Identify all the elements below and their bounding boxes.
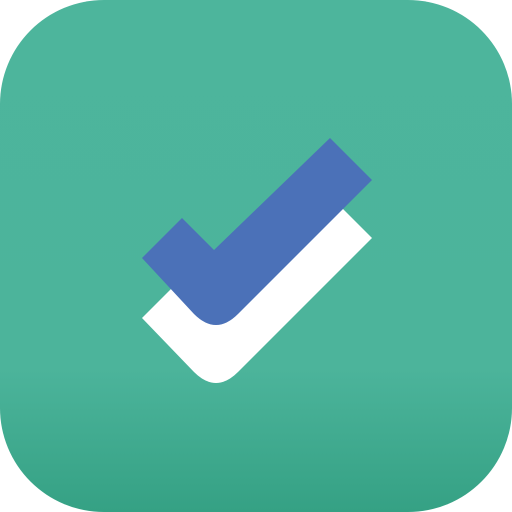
app-icon <box>0 0 512 512</box>
app-icon-stage <box>0 0 512 512</box>
